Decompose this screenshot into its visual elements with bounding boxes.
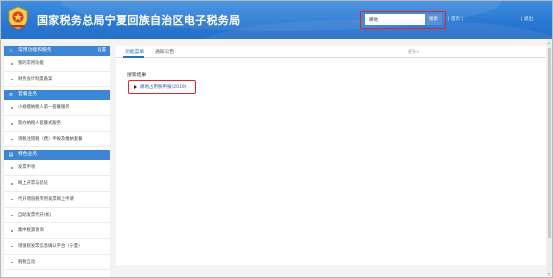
logout-link[interactable]: | 退出 [521,16,533,22]
settings-link[interactable]: 设置 [97,46,106,56]
main-panel: 功能菜单 通知公告 更多> 搜索结果 耕地占用税申报(2019) [116,46,546,265]
star-icon: ☆ [8,48,14,54]
sidebar-item-online-invoicing[interactable]: 网上开票与验证 [4,176,110,192]
sidebar-section-special[interactable]: ▤ 特色业务 [4,150,110,161]
sidebar-item-label: 清税注销税（费）申报及缴纳套餐 [18,136,83,142]
bullet-icon [11,198,13,201]
bullet-icon [11,123,13,125]
search-result-label: 耕地占用税申报(2019) [140,85,187,90]
sidebar-section-packages[interactable]: ≡ 套餐业务 [4,90,110,101]
list-icon: ▤ [8,152,14,159]
search-result-item[interactable]: 耕地占用税申报(2019) [134,84,186,90]
sidebar-section-title: 常用功能和服务 [18,48,52,53]
more-link[interactable]: 更多> [408,49,419,55]
sidebar-item-label: 小规模纳税人第一套餐服务 [18,105,70,111]
search-results-heading: 搜索结果 [127,73,147,78]
sidebar-item-vat-confirm-platform[interactable]: 增值税发票信息确认平台（宁夏） [4,239,110,255]
bullet-icon [11,214,13,216]
bullet-icon [11,245,13,248]
tab-function-menu[interactable]: 功能菜单 [125,48,144,55]
sidebar-item-small-taxpayer[interactable]: 小规模纳税人第一套餐服务 [4,100,110,117]
sidebar-section-title: 套餐业务 [18,92,38,98]
site-header: 国家税务总局宁夏回族自治区电子税务局 搜索 | 首页 | | 退出 [1,1,552,39]
home-link[interactable]: | 首页 | [448,16,463,22]
browser-page: 国家税务总局宁夏回族自治区电子税务局 搜索 | 首页 | | 退出 ☆ 常用功能… [0,0,553,278]
sidebar-item-label: 新办纳税人套餐式服务 [18,121,61,127]
sidebar: ☆ 常用功能和服务 设置 我的常用功能 财务会计制度备案 ≡ 套餐业务 小规模纳… [4,46,110,277]
scrollbar-thumb[interactable] [548,48,551,238]
sidebar-item-vat-invoice-apply[interactable]: 代开增值税专用发票网上申请 [4,192,110,208]
sidebar-item-my-functions[interactable]: 我的常用功能 [4,56,110,72]
sidebar-item-label: 我的常用功能 [18,61,44,66]
bullet-icon [11,78,13,81]
sidebar-item-label: 自助发票代开(机) [18,212,52,218]
vertical-scrollbar[interactable] [547,40,552,277]
tab-bar: 功能菜单 通知公告 更多> [116,46,546,58]
search-input[interactable] [365,14,425,25]
sidebar-item-invoice-request[interactable]: 发票申领 [4,160,110,177]
sidebar-item-label: 集中税源查询 [18,228,44,234]
site-title: 国家税务总局宁夏回族自治区电子税务局 [37,14,241,27]
bullet-icon [11,183,13,185]
sidebar-section-common[interactable]: ☆ 常用功能和服务 设置 [4,46,110,56]
sidebar-item-tax-source-query[interactable]: 集中税源查询 [4,223,110,239]
bullet-icon [11,167,13,169]
tab-announcements[interactable]: 通知公告 [155,48,174,55]
active-tab-indicator [123,56,144,58]
sidebar-item-self-service-invoice[interactable]: 自助发票代开(机) [4,208,110,224]
sidebar-section-title: 特色业务 [18,152,38,158]
sidebar-item-label: 网上开票与验证 [18,181,49,187]
sidebar-item-label: 财务会计制度备案 [18,76,53,82]
sidebar-item-accounting-filing[interactable]: 财务会计制度备案 [4,72,110,88]
bullet-icon [11,261,13,264]
play-triangle-icon [134,84,137,89]
sidebar-item-tax-interaction[interactable]: 税税互动 [4,255,110,271]
sidebar-item-label: 代开增值税专用发票网上申请 [18,196,74,202]
search-button[interactable]: 搜索 [425,14,442,25]
sidebar-item-deregistration[interactable]: 清税注销税（费）申报及缴纳套餐 [4,132,110,148]
scroll-up-icon[interactable] [548,42,550,44]
bullet-icon [11,63,13,65]
scroll-down-icon[interactable] [548,273,550,275]
stack-icon: ≡ [8,92,14,99]
sidebar-item-label: 增值税发票信息确认平台（宁夏） [18,243,83,249]
sidebar-item-label: 发票申领 [18,165,36,171]
bullet-icon [11,230,13,232]
sidebar-item-new-taxpayer[interactable]: 新办纳税人套餐式服务 [4,116,110,132]
tax-emblem-icon [8,6,28,30]
sidebar-item-label: 税税互动 [18,259,36,265]
bullet-icon [11,107,13,109]
bullet-icon [11,138,13,141]
